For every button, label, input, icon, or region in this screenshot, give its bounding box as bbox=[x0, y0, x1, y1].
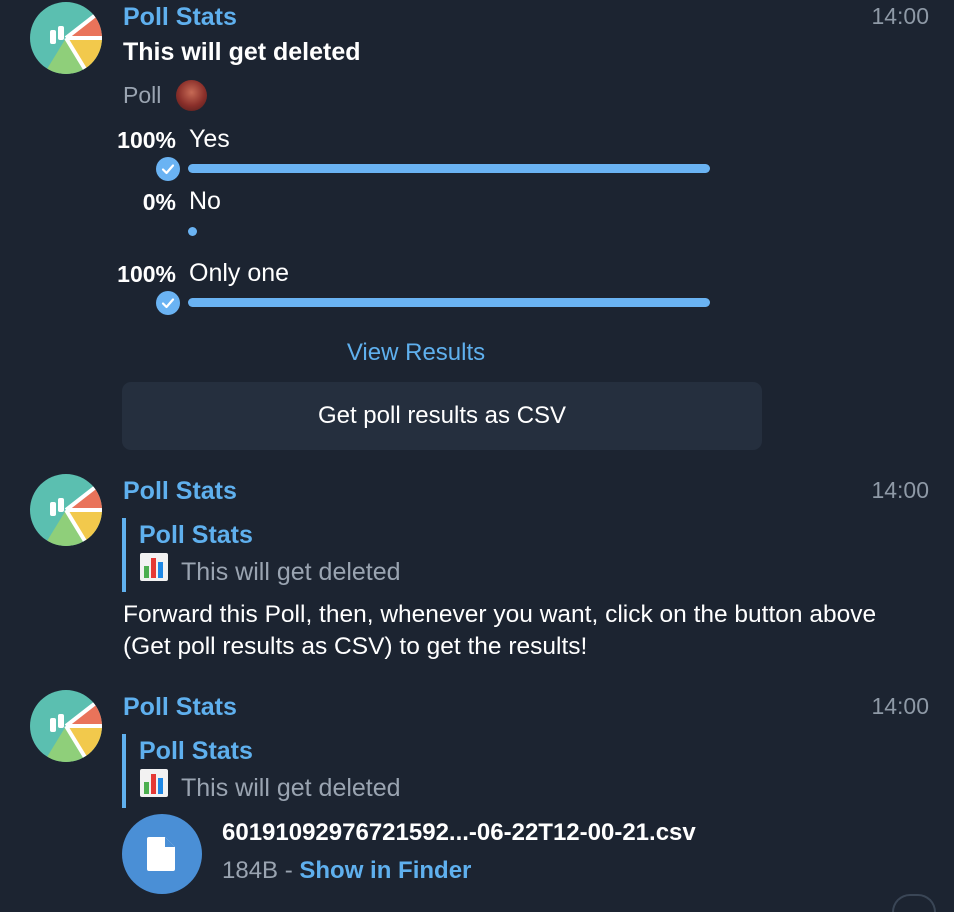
document-icon[interactable] bbox=[122, 814, 202, 894]
poll-option-text: Yes bbox=[189, 125, 230, 153]
sender-name[interactable]: Poll Stats bbox=[123, 477, 237, 506]
message-time: 14:00 bbox=[871, 3, 929, 29]
show-in-finder-link[interactable]: Show in Finder bbox=[299, 857, 471, 884]
bar-chart-icon bbox=[139, 552, 169, 592]
reply-quote[interactable]: Poll Stats This will get deleted bbox=[122, 734, 401, 808]
get-csv-button[interactable]: Get poll results as CSV bbox=[122, 382, 762, 450]
file-meta: 184B - Show in Finder bbox=[222, 857, 471, 885]
poll-option-bar bbox=[188, 164, 710, 173]
checkmark-icon bbox=[156, 157, 180, 181]
poll-option-percent: 100% bbox=[117, 261, 176, 287]
poll-stats-logo-icon bbox=[30, 2, 102, 74]
poll-option-percent: 0% bbox=[142, 189, 176, 215]
poll-stats-logo-icon bbox=[30, 474, 102, 546]
poll-option-percent: 100% bbox=[117, 127, 176, 153]
reply-text: This will get deleted bbox=[181, 774, 401, 802]
bar-chart-icon bbox=[139, 768, 169, 808]
reply-preview: This will get deleted bbox=[139, 552, 401, 592]
message-time: 14:00 bbox=[871, 693, 929, 719]
avatar[interactable] bbox=[30, 474, 102, 546]
file-meta-separator: - bbox=[278, 857, 300, 884]
poll-option-text: No bbox=[189, 187, 221, 215]
message-text: Forward this Poll, then, whenever you wa… bbox=[123, 601, 877, 660]
reply-sender: Poll Stats bbox=[139, 737, 253, 765]
file-name[interactable]: 60191092976721592...-06-22T12-00-21.csv bbox=[222, 819, 696, 847]
reply-preview: This will get deleted bbox=[139, 768, 401, 808]
reply-text: This will get deleted bbox=[181, 558, 401, 586]
file-size: 184B bbox=[222, 857, 279, 884]
avatar[interactable] bbox=[30, 2, 102, 74]
poll-option-bar bbox=[188, 227, 197, 236]
poll-option-text: Only one bbox=[189, 259, 290, 287]
view-results-button[interactable]: View Results bbox=[123, 339, 709, 367]
avatar[interactable] bbox=[30, 690, 102, 762]
poll-stats-logo-icon bbox=[30, 690, 102, 762]
poll-question: This will get deleted bbox=[123, 38, 361, 66]
poll-option-bar bbox=[188, 298, 710, 307]
reply-quote[interactable]: Poll Stats This will get deleted bbox=[122, 518, 401, 592]
checkmark-icon bbox=[156, 291, 180, 315]
message-time: 14:00 bbox=[871, 477, 929, 503]
reply-sender: Poll Stats bbox=[139, 521, 253, 549]
scroll-down-button[interactable] bbox=[892, 894, 936, 912]
sender-name[interactable]: Poll Stats bbox=[123, 3, 237, 32]
voter-avatar[interactable] bbox=[176, 80, 207, 111]
sender-name[interactable]: Poll Stats bbox=[123, 693, 237, 722]
poll-type-label: Poll bbox=[123, 82, 162, 108]
